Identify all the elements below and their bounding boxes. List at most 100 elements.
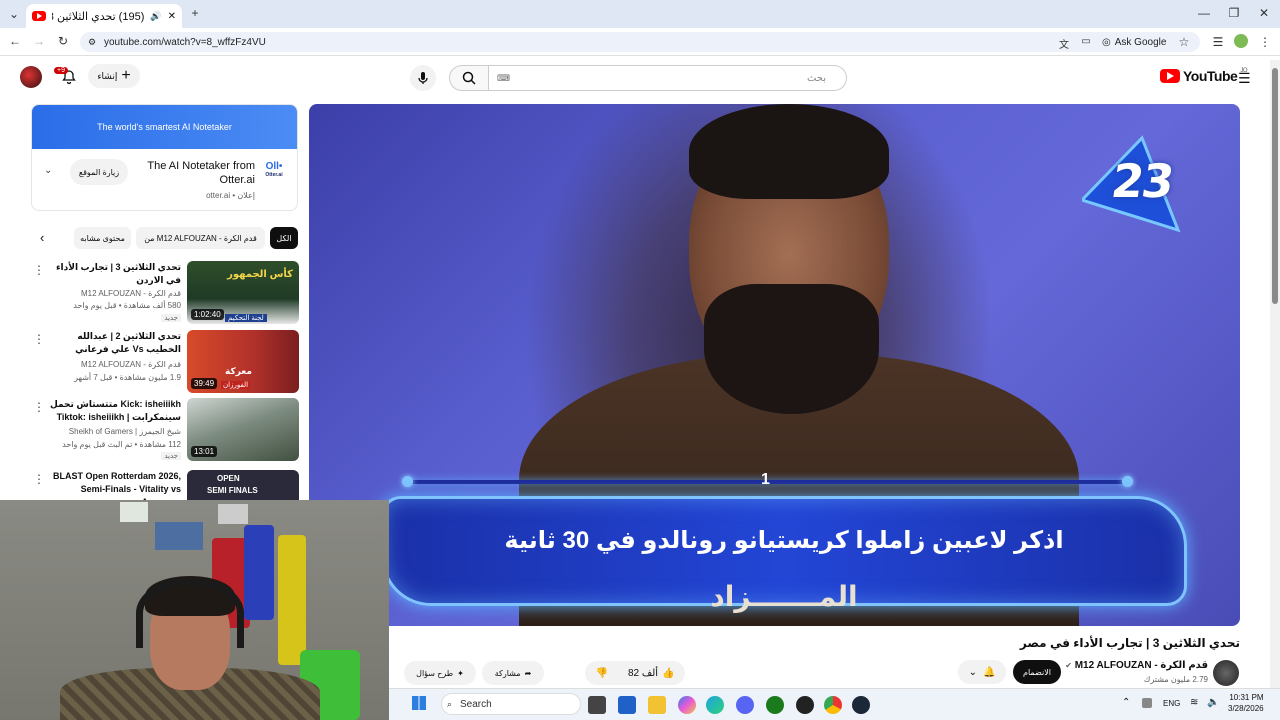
obs-icon[interactable] [796,696,814,714]
youtube-favicon-icon [32,11,46,21]
task-view-icon[interactable] [588,696,606,714]
guide-menu-icon[interactable]: ☰ [1238,70,1251,87]
bookmark-star-icon[interactable]: ☆ [1178,35,1190,49]
account-avatar[interactable] [20,66,42,88]
list-item[interactable]: معركة الفورزان 39:49 تحدي الثلاثين 2 | ع… [31,330,299,394]
chip-related[interactable]: محتوى مشابه [74,227,131,249]
channel-name[interactable]: قدم الكرة - M12 ALFOUZAN [81,289,181,298]
keyboard-icon[interactable]: ⌨ [497,73,510,84]
taskbar-search-label: Search [460,698,492,710]
video-duration: 1:02:40 [191,309,224,320]
video-thumbnail[interactable]: 13:01 [187,398,299,461]
browser-tab[interactable]: (195) تحدي الثلاثين 3 | تجارب 🔊 ✕ [26,4,182,28]
chip-from-channel[interactable]: من M12 ALFOUZAN - قدم الكرة [136,227,265,249]
edge-icon[interactable] [706,696,724,714]
create-button[interactable]: إنشاء + [88,64,140,88]
more-actions-icon[interactable]: ⋮ [33,332,45,346]
round-number: 1 [761,471,770,488]
new-tab-button[interactable]: + [188,6,202,20]
ask-google-button[interactable]: ◎ Ask Google [1102,34,1166,50]
more-actions-icon[interactable]: ⋮ [33,400,45,414]
ad-title[interactable]: The AI Notetaker from Otter.ai [135,159,255,187]
chip-all[interactable]: الكل [270,227,298,249]
tab-search-button[interactable]: ⌄ [6,6,22,22]
back-arrow-icon[interactable]: ← [8,34,22,48]
channel-avatar[interactable] [1213,660,1239,686]
voice-search-button[interactable] [410,65,436,91]
verified-icon: ✔ [1065,661,1072,670]
like-icon[interactable]: 👍 [662,668,674,679]
video-thumbnail[interactable]: OPEN SEMI FINALS [187,470,299,500]
share-button[interactable]: مشاركة ➦ [482,661,544,685]
search-icon [462,71,476,85]
join-button[interactable]: الانضمام [1013,660,1061,684]
address-bar[interactable]: ⚙ youtube.com/watch?v=8_wffzFz4VU [80,32,1200,52]
ad-meta: إعلان • otter.ai [206,191,255,200]
forward-arrow-icon[interactable]: → [32,34,46,48]
list-item[interactable]: 13:01 Kick: isheiiikh متتستاش تحمل سينمك… [31,398,299,462]
channel-name[interactable]: قدم الكرة - M12 ALFOUZAN ✔ [1065,660,1208,671]
video-thumbnail[interactable]: معركة الفورزان 39:49 [187,330,299,393]
channel-name[interactable]: شيخ الجيمرز | Sheikh of Gamers [69,427,181,436]
maximize-icon[interactable]: ❐ [1228,6,1240,20]
subscribed-button[interactable]: ⌄ 🔔 [958,660,1006,684]
ask-button[interactable]: طرح سؤال ✦ [404,661,476,685]
reading-list-icon[interactable]: ☰ [1212,35,1224,49]
page-scrollbar[interactable] [1270,60,1280,688]
discord-icon[interactable] [736,696,754,714]
chrome-icon[interactable] [824,696,842,714]
thumbnail-caption: الفورزان [221,381,251,389]
search-button[interactable] [449,65,489,91]
copilot-icon[interactable] [678,696,696,714]
audio-icon[interactable]: 🔊 [150,11,161,22]
volume-icon[interactable]: 🔈 [1207,697,1219,708]
visit-site-button[interactable]: زيارة الموقع [70,159,128,185]
ad-card[interactable]: The world's smartest AI Notetaker Oll• O… [31,104,298,211]
list-item[interactable]: OPEN SEMI FINALS BLAST Open Rotterdam 20… [31,470,299,500]
steam-icon[interactable] [852,696,870,714]
chevron-down-icon[interactable]: ⌄ [44,165,52,176]
profile-avatar[interactable] [1234,34,1248,48]
minimize-icon[interactable]: — [1198,6,1210,20]
video-title[interactable]: BLAST Open Rotterdam 2026, Semi-Finals -… [41,470,181,500]
scrollbar-thumb[interactable] [1272,68,1278,304]
video-title[interactable]: تحدي الثلاثين 2 | عبدالله الخطيب Vs علي … [41,330,181,356]
video-thumbnail[interactable]: كأس الجمهور لجنة التحكيم 1:02:40 [187,261,299,324]
tray-app-icon[interactable] [1142,698,1152,708]
wifi-icon[interactable]: ≋ [1190,697,1198,708]
translate-icon[interactable]: 文 [1058,36,1070,51]
chips-prev-chevron-icon[interactable]: ‹ [40,230,44,245]
close-window-icon[interactable]: ✕ [1258,6,1270,20]
new-badge: جديد [161,314,181,322]
xbox-icon[interactable] [766,696,784,714]
youtube-logo[interactable]: YouTube JO [1160,68,1247,84]
language-indicator[interactable]: ENG [1163,699,1180,708]
file-explorer-icon[interactable] [648,696,666,714]
dislike-icon[interactable]: 👎 [596,668,608,679]
more-actions-icon[interactable]: ⋮ [33,472,45,486]
site-info-icon[interactable]: ⚙ [88,37,96,48]
bell-icon: 🔔 [982,666,996,678]
video-title[interactable]: Kick: isheiiikh متتستاش تحمل سينمكرابت |… [41,398,181,424]
presenter-beard [704,284,879,414]
channel-name[interactable]: قدم الكرة - M12 ALFOUZAN [81,360,181,369]
ask-google-label: Ask Google [1114,36,1167,48]
close-tab-icon[interactable]: ✕ [168,11,176,22]
video-title[interactable]: تحدي الثلاثين 3 | تجارب الأداء في الاردن [41,261,181,287]
system-clock[interactable]: 10:31 PM 3/28/2026 [1228,692,1264,714]
tray-overflow-icon[interactable]: ⌃ [1122,697,1130,708]
video-player[interactable]: 23 1 اذكر لاعبين زاملوا كريستيانو رونالد… [309,104,1240,626]
chrome-menu-icon[interactable]: ⋮ [1259,35,1271,49]
wall-poster [155,522,203,550]
search-input[interactable]: ⌨ بحث [489,65,847,91]
cast-icon[interactable]: ▭ [1080,36,1092,47]
ad-banner[interactable]: The world's smartest AI Notetaker [32,105,297,149]
youtube-logo-text: YouTube [1183,68,1238,84]
more-actions-icon[interactable]: ⋮ [33,263,45,277]
headset-icon [136,578,244,648]
taskbar-search[interactable]: ⌕ Search [441,693,581,715]
list-item[interactable]: كأس الجمهور لجنة التحكيم 1:02:40 تحدي ال… [31,261,299,325]
reload-icon[interactable]: ↻ [56,34,70,48]
store-icon[interactable] [618,696,636,714]
windows-start-icon[interactable] [412,696,426,710]
